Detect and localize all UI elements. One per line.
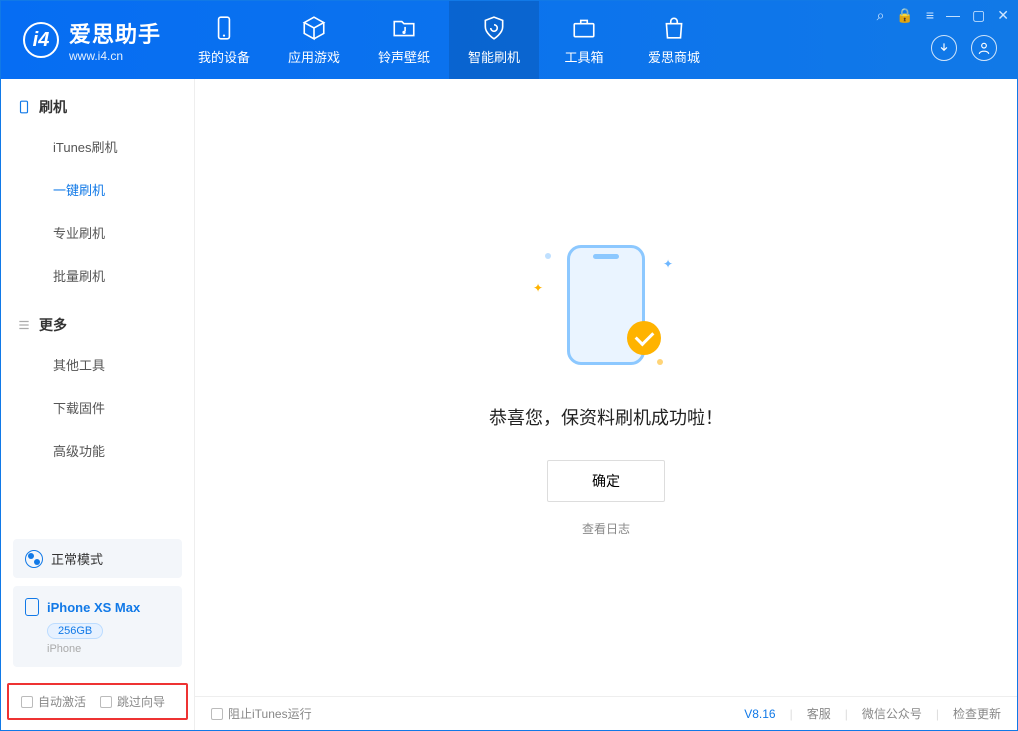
tab-smart-flash[interactable]: 智能刷机 — [449, 1, 539, 79]
sparkle-icon: ✦ — [533, 281, 543, 295]
sidebar-section-flash: 刷机 — [1, 79, 194, 125]
sidebar-item-pro-flash[interactable]: 专业刷机 — [1, 211, 194, 254]
music-folder-icon — [391, 15, 417, 41]
sidebar-item-itunes-flash[interactable]: iTunes刷机 — [1, 125, 194, 168]
footer: 阻止iTunes运行 V8.16 | 客服 | 微信公众号 | 检查更新 — [195, 696, 1017, 730]
titlebar: i4 爱思助手 www.i4.cn 我的设备 应用游戏 铃声壁纸 智能刷机 — [1, 1, 1017, 79]
mode-icon — [25, 550, 43, 568]
list-icon — [17, 318, 31, 332]
profile-button[interactable] — [971, 35, 997, 61]
app-name: 爱思助手 — [69, 17, 161, 49]
window-controls: ⌕ 🔒 ≡ — ▢ ✕ — [877, 7, 1009, 24]
sidebar: 刷机 iTunes刷机 一键刷机 专业刷机 批量刷机 更多 其他工具 下载固件 … — [1, 79, 195, 730]
highlighted-options-row: 自动激活 跳过向导 — [7, 683, 188, 720]
sidebar-item-download-firmware[interactable]: 下载固件 — [1, 386, 194, 429]
header-tools — [931, 35, 997, 61]
shield-refresh-icon — [481, 15, 507, 41]
device-mode-label: 正常模式 — [51, 549, 103, 568]
device-icon — [17, 100, 31, 114]
body: 刷机 iTunes刷机 一键刷机 专业刷机 批量刷机 更多 其他工具 下载固件 … — [1, 79, 1017, 730]
checkbox-auto-activate[interactable]: 自动激活 — [21, 693, 86, 710]
tab-store[interactable]: 爱思商城 — [629, 1, 719, 79]
wechat-link[interactable]: 微信公众号 — [862, 705, 922, 722]
bag-icon — [661, 15, 687, 41]
check-update-link[interactable]: 检查更新 — [953, 705, 1001, 722]
close-icon[interactable]: ✕ — [997, 7, 1009, 24]
main-content: ✦ ✦ 恭喜您，保资料刷机成功啦！ 确定 查看日志 阻止iTunes运行 V8. — [195, 79, 1017, 730]
tab-toolbox[interactable]: 工具箱 — [539, 1, 629, 79]
check-badge-icon — [627, 321, 661, 355]
checkbox-icon — [100, 696, 112, 708]
success-panel: ✦ ✦ 恭喜您，保资料刷机成功啦！ 确定 查看日志 — [195, 79, 1017, 696]
device-info-panel[interactable]: iPhone XS Max 256GB iPhone — [13, 586, 182, 667]
sidebar-item-advanced[interactable]: 高级功能 — [1, 429, 194, 472]
tab-apps[interactable]: 应用游戏 — [269, 1, 359, 79]
success-message: 恭喜您，保资料刷机成功啦！ — [489, 404, 723, 430]
tshirt-icon[interactable]: ⌕ — [877, 7, 885, 24]
logo: i4 爱思助手 www.i4.cn — [1, 17, 179, 63]
support-link[interactable]: 客服 — [807, 705, 831, 722]
minimize-icon[interactable]: — — [946, 7, 960, 24]
view-log-link[interactable]: 查看日志 — [582, 520, 630, 537]
sparkle-icon: ✦ — [663, 257, 673, 271]
device-capacity: 256GB — [47, 623, 103, 639]
user-icon — [977, 41, 991, 55]
download-button[interactable] — [931, 35, 957, 61]
sidebar-item-batch-flash[interactable]: 批量刷机 — [1, 254, 194, 297]
sidebar-section-more: 更多 — [1, 297, 194, 343]
cube-icon — [301, 15, 327, 41]
app-window: i4 爱思助手 www.i4.cn 我的设备 应用游戏 铃声壁纸 智能刷机 — [0, 0, 1018, 731]
sidebar-item-oneclick-flash[interactable]: 一键刷机 — [1, 168, 194, 211]
version-label: V8.16 — [744, 707, 775, 721]
dot-icon — [657, 359, 663, 365]
phone-icon — [211, 15, 237, 41]
logo-icon: i4 — [23, 22, 59, 58]
download-icon — [937, 41, 951, 55]
device-name: iPhone XS Max — [47, 600, 140, 615]
app-site: www.i4.cn — [69, 49, 161, 63]
briefcase-icon — [571, 15, 597, 41]
maximize-icon[interactable]: ▢ — [972, 7, 985, 24]
checkbox-skip-guide[interactable]: 跳过向导 — [100, 693, 165, 710]
checkbox-icon — [211, 708, 223, 720]
device-type: iPhone — [47, 643, 170, 655]
sidebar-item-other-tools[interactable]: 其他工具 — [1, 343, 194, 386]
checkbox-block-itunes[interactable]: 阻止iTunes运行 — [211, 705, 312, 722]
checkbox-icon — [21, 696, 33, 708]
menu-icon[interactable]: ≡ — [926, 7, 934, 24]
tab-my-device[interactable]: 我的设备 — [179, 1, 269, 79]
dot-icon — [545, 253, 551, 259]
tab-ringtone[interactable]: 铃声壁纸 — [359, 1, 449, 79]
ok-button[interactable]: 确定 — [547, 460, 665, 502]
phone-small-icon — [25, 598, 39, 616]
success-illustration: ✦ ✦ — [541, 239, 671, 369]
top-tabs: 我的设备 应用游戏 铃声壁纸 智能刷机 工具箱 爱思商城 — [179, 1, 719, 79]
lock-icon[interactable]: 🔒 — [896, 7, 913, 24]
device-mode-panel[interactable]: 正常模式 — [13, 539, 182, 578]
